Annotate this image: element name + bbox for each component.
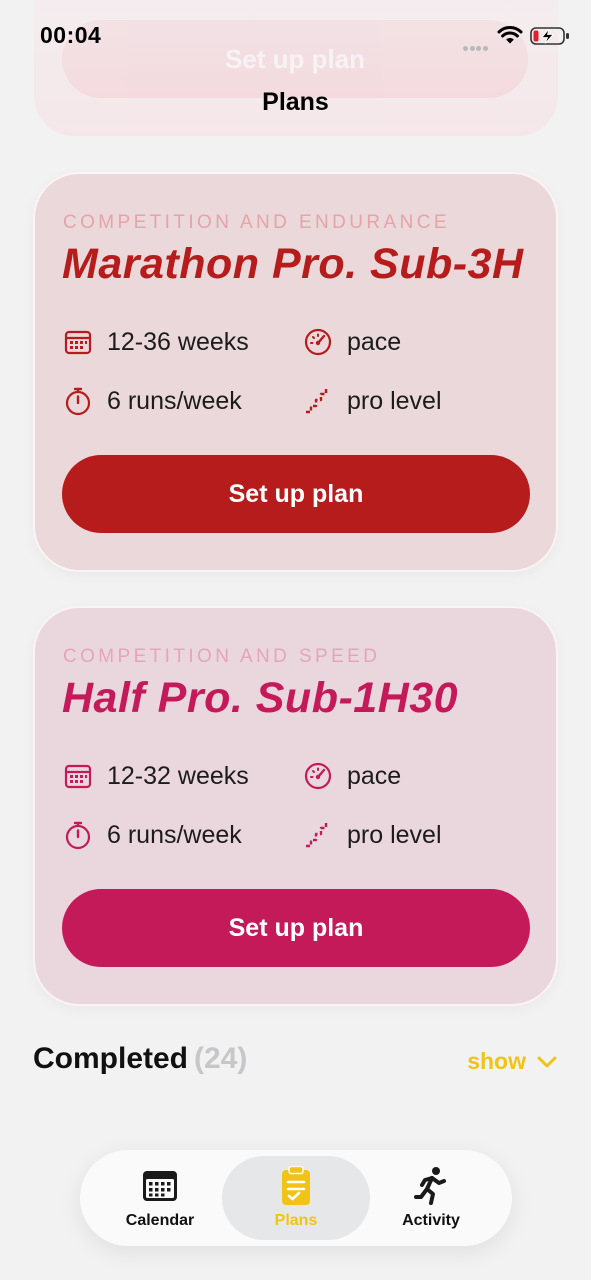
completed-title: Completed (24) xyxy=(33,1042,247,1076)
stopwatch-icon xyxy=(65,821,91,850)
setup-plan-button[interactable]: Set up plan xyxy=(62,455,530,533)
status-bar: 00:04 xyxy=(0,0,591,72)
wifi-icon xyxy=(497,25,523,44)
calendar-icon xyxy=(64,764,92,789)
clipboard-icon xyxy=(282,1166,310,1205)
plan-duration: 12-32 weeks xyxy=(63,756,249,796)
battery-charging-icon xyxy=(530,27,569,45)
plan-duration-text: 12-36 weeks xyxy=(107,327,249,356)
calendar-icon xyxy=(64,330,92,355)
completed-section-header: Completed (24) show xyxy=(33,1042,558,1086)
plan-focus: pace xyxy=(303,756,401,796)
stairs-icon xyxy=(306,389,328,414)
tab-activity[interactable]: Activity xyxy=(371,1150,491,1246)
stopwatch-icon xyxy=(65,387,91,416)
plan-duration: 12-36 weeks xyxy=(63,322,249,362)
plan-level: pro level xyxy=(303,815,442,855)
tab-calendar-label: Calendar xyxy=(125,1212,195,1229)
setup-plan-button[interactable]: Set up plan xyxy=(62,889,530,967)
runner-icon xyxy=(414,1167,446,1205)
plan-frequency: 6 runs/week xyxy=(63,815,242,855)
plan-focus-text: pace xyxy=(347,327,402,356)
chevron-down-icon xyxy=(537,1056,557,1067)
plan-card-half-marathon[interactable]: COMPETITION AND SPEED Half Pro. Sub-1H30… xyxy=(33,606,558,1006)
completed-count: (24) xyxy=(194,1042,248,1075)
page-title: Plans xyxy=(262,88,329,116)
plan-frequency: 6 runs/week xyxy=(63,381,242,421)
plan-frequency-text: 6 runs/week xyxy=(107,820,242,849)
plan-level: pro level xyxy=(303,381,442,421)
plan-category: COMPETITION AND SPEED xyxy=(63,646,381,667)
tab-plans[interactable]: Plans xyxy=(236,1150,356,1246)
status-time: 00:04 xyxy=(40,22,102,48)
plan-card-marathon[interactable]: COMPETITION AND ENDURANCE Marathon Pro. … xyxy=(33,172,558,572)
plan-duration-text: 12-32 weeks xyxy=(107,761,249,790)
plan-frequency-text: 6 runs/week xyxy=(107,386,242,415)
show-completed-button[interactable]: show xyxy=(467,1048,558,1075)
show-label: show xyxy=(467,1048,526,1074)
tab-bar: Calendar Plans Activity xyxy=(80,1150,512,1246)
plans-screen: Set up plan 00:04 Plans COMPETITION AND … xyxy=(0,0,591,1280)
tab-calendar[interactable]: Calendar xyxy=(100,1150,220,1246)
completed-label: Completed xyxy=(33,1042,189,1075)
plan-category: COMPETITION AND ENDURANCE xyxy=(63,212,450,233)
stairs-icon xyxy=(306,823,328,848)
tab-activity-label: Activity xyxy=(402,1212,460,1229)
tab-plans-label: Plans xyxy=(274,1212,318,1229)
calendar-icon xyxy=(143,1171,177,1201)
plan-level-text: pro level xyxy=(347,820,442,849)
plan-title: Marathon Pro. Sub-3H xyxy=(62,240,524,288)
speedometer-icon xyxy=(304,762,332,790)
plan-focus-text: pace xyxy=(347,761,402,790)
cellular-signal-icon xyxy=(463,38,489,56)
plan-level-text: pro level xyxy=(347,386,442,415)
speedometer-icon xyxy=(304,328,332,356)
plan-title: Half Pro. Sub-1H30 xyxy=(62,674,459,722)
plan-focus: pace xyxy=(303,322,401,362)
